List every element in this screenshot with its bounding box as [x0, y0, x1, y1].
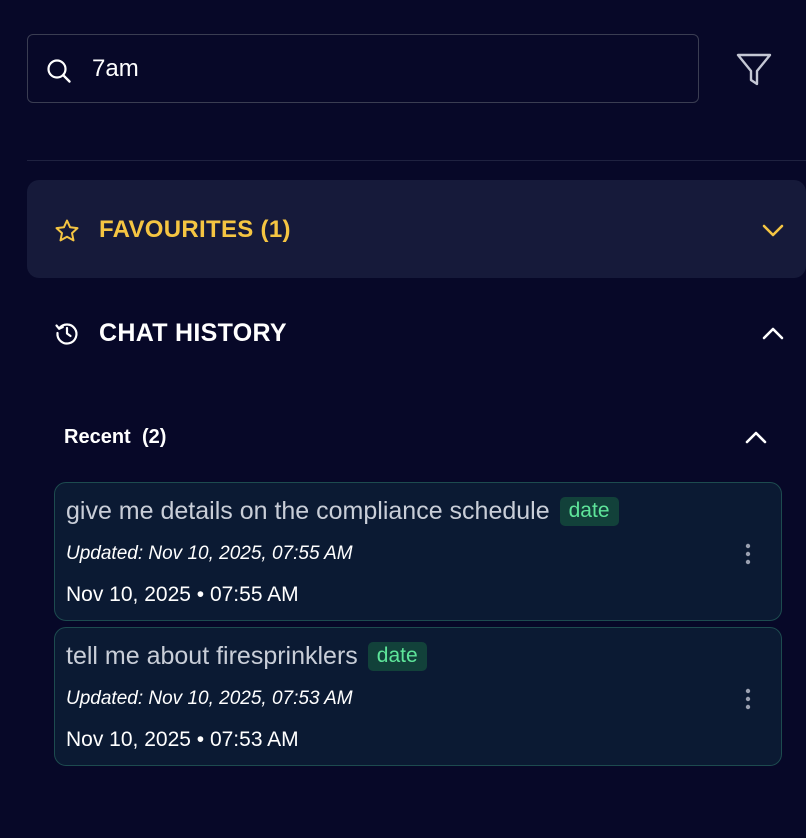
search-icon — [47, 59, 71, 83]
favourites-panel[interactable]: FAVOURITES (1) — [27, 180, 806, 278]
chat-title-row: give me details on the compliance schedu… — [66, 497, 619, 526]
chat-history-title: CHAT HISTORY — [99, 319, 287, 347]
chevron-up-icon[interactable] — [744, 427, 768, 447]
chat-title-row: tell me about firesprinklers date — [66, 642, 427, 671]
chat-sidebar: FAVOURITES (1) CHAT HISTORY Recent (2) g… — [0, 0, 806, 838]
recent-count: (2) — [142, 426, 167, 448]
chat-title: give me details on the compliance schedu… — [66, 497, 550, 525]
chevron-up-icon[interactable] — [760, 322, 786, 344]
search-box[interactable] — [27, 34, 699, 103]
divider — [27, 160, 806, 161]
chat-updated: Updated: Nov 10, 2025, 07:53 AM — [66, 688, 353, 709]
date-badge: date — [559, 497, 619, 526]
search-input[interactable] — [92, 49, 672, 89]
favourites-title: FAVOURITES (1) — [99, 216, 291, 243]
chat-item[interactable]: tell me about firesprinklers date Update… — [54, 627, 782, 766]
chat-item[interactable]: give me details on the compliance schedu… — [54, 482, 782, 621]
chat-date: Nov 10, 2025 • 07:55 AM — [66, 583, 299, 606]
chat-history-header[interactable]: CHAT HISTORY — [27, 300, 806, 370]
date-badge: date — [367, 642, 427, 671]
chat-updated: Updated: Nov 10, 2025, 07:55 AM — [66, 543, 353, 564]
chat-title: tell me about firesprinklers — [66, 642, 358, 670]
filter-icon[interactable] — [734, 50, 774, 90]
more-options-icon[interactable] — [736, 686, 760, 712]
recent-group-header[interactable]: Recent (2) — [54, 414, 784, 460]
chevron-down-icon[interactable] — [760, 219, 786, 241]
recent-label: Recent — [64, 426, 131, 448]
history-icon — [55, 323, 78, 345]
more-options-icon[interactable] — [736, 541, 760, 567]
star-icon — [55, 219, 79, 242]
chat-date: Nov 10, 2025 • 07:53 AM — [66, 728, 299, 751]
